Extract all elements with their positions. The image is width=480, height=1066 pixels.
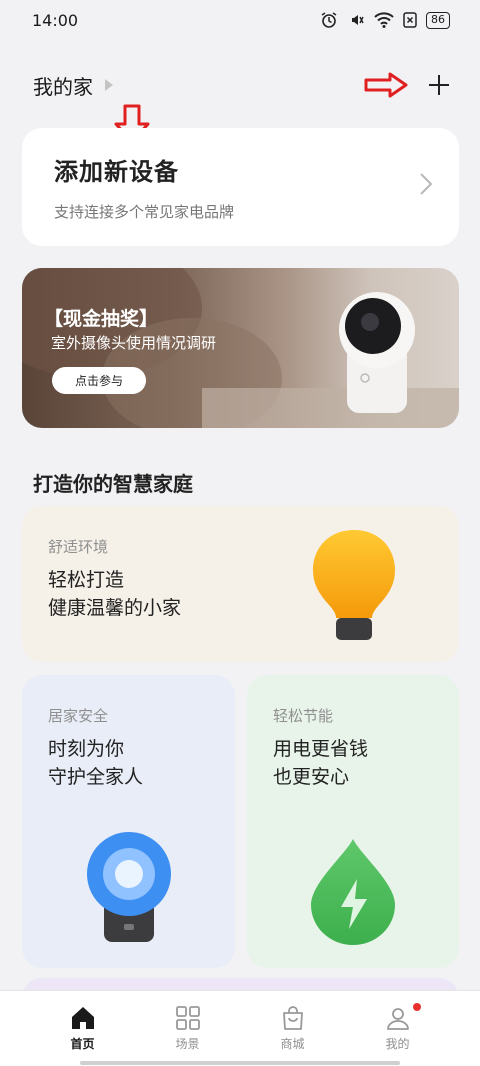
energy-tile[interactable]: 轻松节能 用电更省钱 也更安心	[247, 675, 459, 968]
tile-line: 时刻为你	[48, 738, 125, 760]
participate-button[interactable]: 点击参与	[52, 367, 146, 394]
tile-text: 轻松打造 健康温馨的小家	[48, 566, 181, 622]
security-tile[interactable]: 居家安全 时刻为你 守护全家人	[22, 675, 235, 968]
add-device-subtitle: 支持连接多个常见家电品牌	[54, 203, 235, 221]
tile-kicker: 居家安全	[48, 707, 109, 725]
tab-label: 首页	[70, 1037, 95, 1051]
promo-banner[interactable]: 【现金抽奖】 室外摄像头使用情况调研 点击参与	[22, 268, 459, 428]
tab-label: 我的	[385, 1037, 410, 1051]
status-time: 14:00	[32, 10, 79, 30]
add-device-title: 添加新设备	[54, 158, 179, 186]
plus-icon	[429, 75, 449, 95]
camera-icon	[87, 832, 171, 942]
tab-profile[interactable]: 我的	[353, 1003, 443, 1052]
bottom-tab-bar: 首页 场景 商城 我的	[0, 990, 480, 1066]
tab-scenes[interactable]: 场景	[143, 1005, 233, 1052]
tile-line: 也更安心	[273, 766, 350, 788]
tile-line: 健康温馨的小家	[48, 597, 182, 619]
wifi-icon	[374, 12, 394, 28]
caret-right-icon	[105, 79, 113, 91]
notification-dot	[412, 1003, 421, 1011]
battery-indicator: 86	[426, 11, 450, 29]
header: 我的家	[0, 60, 480, 110]
banner-subtitle: 室外摄像头使用情况调研	[51, 334, 217, 352]
tile-kicker: 轻松节能	[273, 707, 334, 725]
mute-icon	[352, 15, 364, 25]
tile-line: 轻松打造	[48, 569, 125, 591]
home-title: 我的家	[33, 74, 93, 99]
tile-line: 守护全家人	[48, 766, 144, 788]
section-title: 打造你的智慧家庭	[33, 472, 193, 496]
tile-line: 用电更省钱	[273, 738, 369, 760]
status-bar: 14:00 86	[0, 0, 480, 40]
status-icons: 86	[320, 11, 450, 29]
tile-text: 用电更省钱 也更安心	[273, 735, 368, 791]
home-selector[interactable]: 我的家	[33, 71, 113, 100]
chevron-right-icon	[420, 173, 433, 195]
sim-missing-icon	[403, 12, 417, 28]
add-button[interactable]	[428, 68, 450, 102]
tile-kicker: 舒适环境	[48, 538, 109, 556]
tab-home[interactable]: 首页	[38, 1005, 128, 1052]
banner-title: 【现金抽奖】	[44, 308, 159, 330]
tab-store[interactable]: 商城	[248, 1005, 338, 1052]
comfort-tile[interactable]: 舒适环境 轻松打造 健康温馨的小家	[22, 506, 459, 662]
tab-label: 场景	[175, 1037, 200, 1051]
lightbulb-icon	[313, 530, 395, 640]
user-icon	[386, 1008, 409, 1030]
tab-label: 商城	[280, 1037, 305, 1051]
grid-icon	[175, 1006, 200, 1030]
bag-icon	[282, 1006, 303, 1030]
energy-drop-icon	[311, 839, 395, 945]
home-indicator	[80, 1061, 400, 1065]
home-icon	[71, 1007, 94, 1029]
tile-text: 时刻为你 守护全家人	[48, 735, 143, 791]
annotation-arrow-right-icon	[364, 72, 408, 98]
add-device-card[interactable]: 添加新设备 支持连接多个常见家电品牌	[22, 128, 459, 246]
alarm-icon	[321, 12, 337, 28]
